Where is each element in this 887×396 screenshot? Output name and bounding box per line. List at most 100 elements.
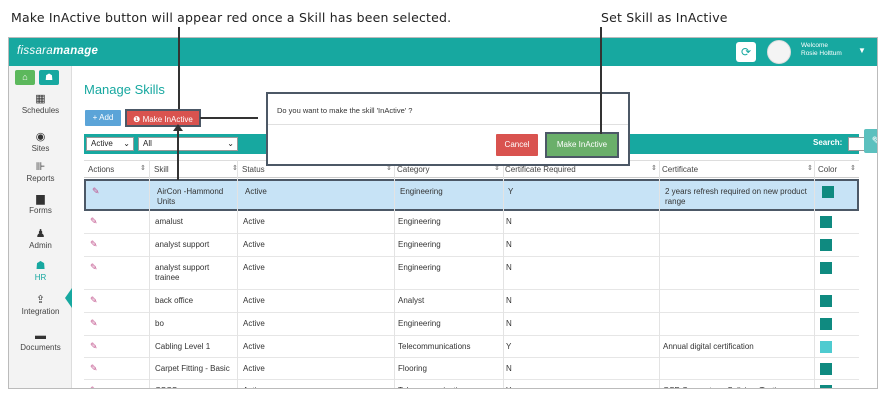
add-button[interactable]: + Add xyxy=(85,110,121,126)
pencil-icon[interactable]: ✎ xyxy=(90,262,98,273)
table-row[interactable]: ✎ analyst support Active Engineering N xyxy=(84,234,859,257)
sidebar-item-label: Admin xyxy=(29,241,52,250)
sidebar-item-label: Forms xyxy=(29,206,52,215)
cell-certificate: Annual digital certification xyxy=(663,342,754,351)
sort-icon[interactable]: ⇕ xyxy=(651,164,657,172)
cell-cert-required: N xyxy=(506,319,512,328)
app-logo[interactable]: fissaramanage xyxy=(17,45,98,57)
category-filter-select[interactable]: All ⌄ xyxy=(138,137,238,151)
cell-cert-required: N xyxy=(506,240,512,249)
column-header[interactable]: Certificate Required xyxy=(505,165,576,174)
cell-cert-required: Y xyxy=(508,187,514,196)
pencil-icon[interactable]: ✎ xyxy=(90,318,98,329)
user-greeting[interactable]: Welcome Rosie Holttum xyxy=(801,42,842,58)
sidebar-item-reports[interactable]: ⊪ Reports xyxy=(9,161,72,183)
pointer-line xyxy=(177,130,179,180)
cell-category: Engineering xyxy=(398,217,441,226)
cell-skill: back office xyxy=(155,296,194,305)
sort-icon[interactable]: ⇕ xyxy=(140,164,146,172)
users-icon[interactable]: ☗ xyxy=(39,70,59,85)
table-row[interactable]: ✎ bo Active Engineering N xyxy=(84,313,859,336)
cell-cert-required: N xyxy=(506,217,512,226)
cell-skill: AirCon -Hammond Units xyxy=(157,187,224,206)
table-row[interactable]: ✎ Carpet Fitting - Basic Active Flooring N xyxy=(84,358,859,380)
column-divider xyxy=(503,160,504,388)
edit-icon[interactable]: ✎ xyxy=(864,129,877,153)
table-row[interactable]: ✎ AirCon -Hammond Units Active Engineering Y… xyxy=(84,179,859,211)
cell-status: Active xyxy=(243,263,265,272)
sidebar: ⌂ ☗ ▦ Schedules ◉ Sites ⊪ Reports ▆ Forms ♟ Admin… xyxy=(9,66,72,389)
cell-skill: bo xyxy=(155,319,164,328)
sidebar-item-admin[interactable]: ♟ Admin xyxy=(9,228,72,250)
sidebar-item-integration[interactable]: ⇪ Integration xyxy=(9,294,72,316)
collapse-sidebar-button[interactable]: « xyxy=(34,388,48,389)
cell-skill: Carpet Fitting - Basic xyxy=(155,364,230,373)
sidebar-item-label: Schedules xyxy=(21,106,60,115)
cell-cert-required: N xyxy=(506,296,512,305)
file-icon: ▆ xyxy=(36,193,45,205)
cell-certificate: OSP Connectors, Splicing, Testing xyxy=(663,386,813,388)
pencil-icon[interactable]: ✎ xyxy=(90,239,98,250)
sidebar-item-documents[interactable]: ▬ Documents xyxy=(9,330,72,352)
column-header[interactable]: Skill xyxy=(154,165,169,174)
cell-status: Active xyxy=(243,240,265,249)
table-row[interactable]: ✎ CSCS Active Telecommunications Y OSP Connec… xyxy=(84,380,859,388)
cell-cert-required: Y xyxy=(506,342,512,351)
arrow-up-icon xyxy=(173,124,183,131)
annotation-left: Make InActive button will appear red onc… xyxy=(11,10,452,25)
sidebar-item-forms[interactable]: ▆ Forms xyxy=(9,193,72,215)
table-row[interactable]: ✎ Cabling Level 1 Active Telecommunications… xyxy=(84,336,859,358)
cell-skill: analyst support xyxy=(155,240,210,249)
chevron-down-icon: ⌄ xyxy=(227,139,234,148)
cell-status: Active xyxy=(243,319,265,328)
cell-category: Flooring xyxy=(398,364,427,373)
color-swatch xyxy=(820,239,832,251)
sidebar-item-schedules[interactable]: ▦ Schedules xyxy=(9,93,72,115)
color-swatch xyxy=(820,318,832,330)
pencil-icon[interactable]: ✎ xyxy=(90,363,98,374)
column-header[interactable]: Certificate xyxy=(662,165,698,174)
column-header[interactable]: Actions xyxy=(88,165,114,174)
color-swatch xyxy=(820,262,832,274)
confirm-make-inactive-button[interactable]: Make InActive xyxy=(545,132,619,158)
confirm-dialog: Do you want to make the skill 'InActive'… xyxy=(266,92,630,166)
cell-status: Active xyxy=(243,386,313,388)
pencil-icon[interactable]: ✎ xyxy=(90,295,98,306)
app-window: fissaramanage ⟳ Welcome Rosie Holttum ▼ ⌂… xyxy=(8,37,878,389)
color-swatch xyxy=(820,385,832,388)
pencil-icon[interactable]: ✎ xyxy=(90,216,98,227)
table-row[interactable]: ✎ analyst support trainee Active Engineerin… xyxy=(84,257,859,290)
folder-icon: ▬ xyxy=(35,330,46,342)
pencil-icon[interactable]: ✎ xyxy=(90,341,98,352)
cell-cert-required: N xyxy=(506,263,512,272)
screenshot-root: Make InActive button will appear red onc… xyxy=(0,0,887,396)
sidebar-item-label: Reports xyxy=(26,174,55,183)
cell-cert-required: N xyxy=(506,364,512,373)
column-header[interactable]: Status xyxy=(242,165,265,174)
home-icon[interactable]: ⌂ xyxy=(15,70,35,85)
bar-chart-icon: ⊪ xyxy=(35,161,46,173)
search-label: Search: xyxy=(813,138,843,147)
column-divider xyxy=(394,160,395,388)
status-filter-select[interactable]: Active ⌄ xyxy=(86,137,134,151)
column-header[interactable]: Color xyxy=(818,165,837,174)
sort-icon[interactable]: ⇕ xyxy=(850,164,856,172)
sidebar-item-hr[interactable]: ☗ HR xyxy=(9,260,72,282)
refresh-icon[interactable]: ⟳ xyxy=(736,42,756,62)
table-row[interactable]: ✎ back office Active Analyst N xyxy=(84,290,859,313)
pencil-icon[interactable]: ✎ xyxy=(90,385,98,388)
column-header[interactable]: Category xyxy=(397,165,429,174)
column-divider xyxy=(149,160,150,388)
dialog-question: Do you want to make the skill 'InActive'… xyxy=(277,106,413,115)
cancel-button[interactable]: Cancel xyxy=(496,134,538,156)
chevron-down-icon: ⌄ xyxy=(123,139,130,148)
cell-category: Telecommunications xyxy=(398,342,471,351)
sidebar-item-sites[interactable]: ◉ Sites xyxy=(9,131,72,153)
sort-icon[interactable]: ⇕ xyxy=(807,164,813,172)
avatar[interactable] xyxy=(767,40,791,64)
make-inactive-button[interactable]: ❶ Make InActive xyxy=(125,109,201,127)
chevron-down-icon[interactable]: ▼ xyxy=(858,46,866,55)
pencil-icon[interactable]: ✎ xyxy=(92,186,100,197)
cell-status: Active xyxy=(243,342,265,351)
table-row[interactable]: ✎ amalust Active Engineering N xyxy=(84,211,859,234)
